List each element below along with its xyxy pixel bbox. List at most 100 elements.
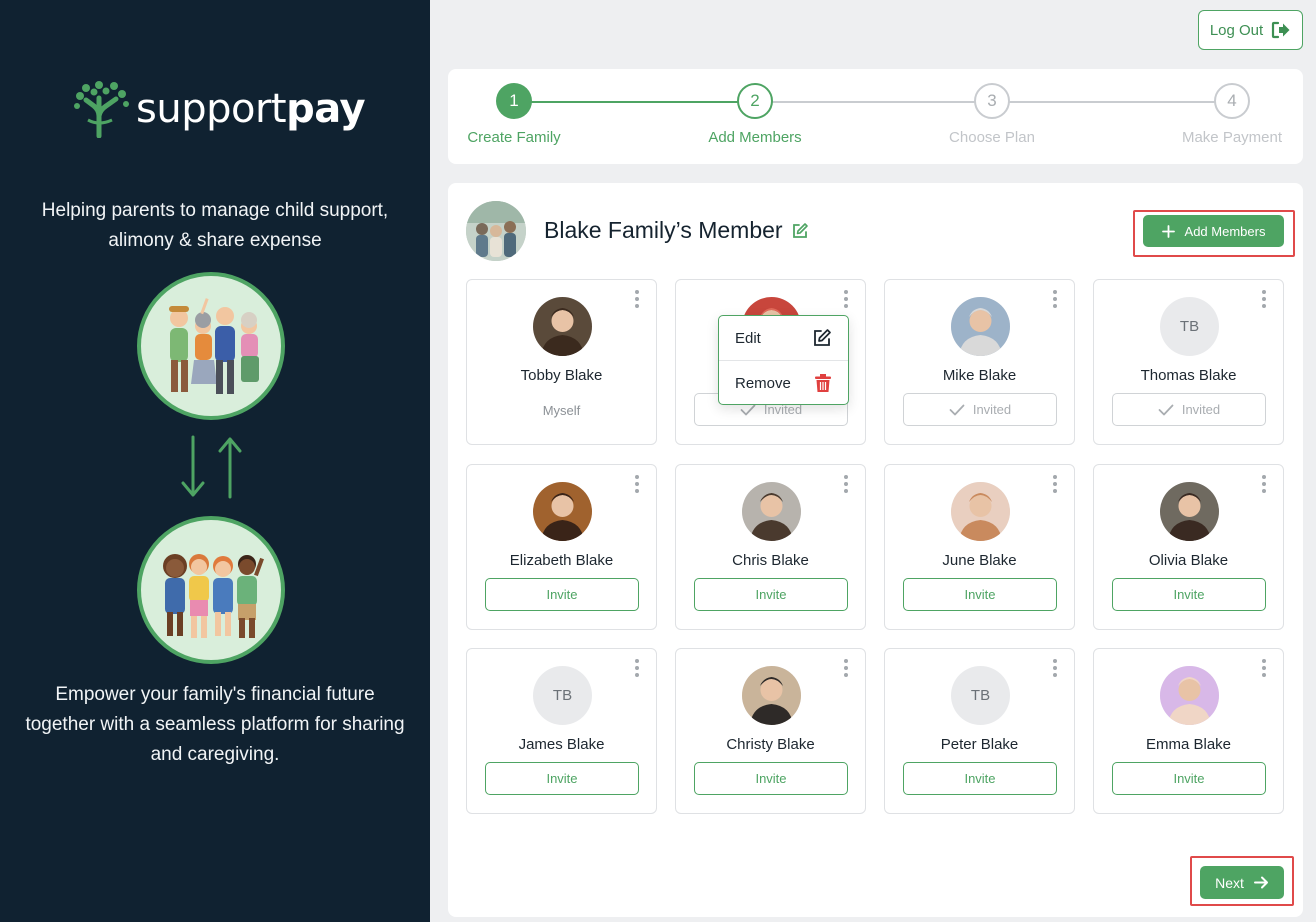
member-card: Elizabeth Blake Invite: [466, 464, 657, 630]
member-name: Tobby Blake: [520, 367, 603, 384]
more-options-icon[interactable]: [841, 290, 851, 308]
logout-label: Log Out: [1209, 21, 1264, 39]
invite-button[interactable]: Invite: [903, 762, 1057, 795]
avatar: TB: [533, 666, 592, 725]
step-create-family: 1 Create Family: [454, 83, 574, 146]
member-card: Christy Blake Invite: [675, 648, 866, 814]
member-card: Emma Blake Invite: [1093, 648, 1284, 814]
menu-item-edit[interactable]: Edit: [719, 316, 848, 360]
invite-status-label: Invite: [755, 771, 787, 786]
step-number: 2: [737, 83, 773, 119]
member-name: Peter Blake: [940, 736, 1019, 753]
member-card: June Blake Invite: [884, 464, 1075, 630]
member-context-menu: Edit Remove: [718, 315, 849, 405]
member-name: Emma Blake: [1145, 736, 1232, 753]
avatar: TB: [951, 666, 1010, 725]
invite-status-label: Invite: [546, 587, 578, 602]
invite-button[interactable]: Invite: [1112, 578, 1266, 611]
invite-status-label: Invite: [1173, 587, 1205, 602]
grandparents-illustration: [137, 272, 285, 420]
member-name: Chris Blake: [732, 552, 809, 569]
family-avatar: [466, 201, 526, 261]
avatar: [1160, 482, 1219, 541]
more-options-icon[interactable]: [1259, 659, 1269, 677]
member-name: June Blake: [942, 552, 1017, 569]
avatar: [742, 666, 801, 725]
family-title-text: Blake Family’s Member: [544, 217, 783, 243]
tagline: Helping parents to manage child support,…: [41, 200, 389, 251]
member-name: James Blake: [518, 736, 605, 753]
member-card: Chris Blake Invite: [675, 464, 866, 630]
invited-button[interactable]: Invited: [903, 393, 1057, 426]
more-options-icon[interactable]: [1050, 290, 1060, 308]
logout-button[interactable]: Log Out: [1198, 10, 1303, 50]
step-choose-plan: 3 Choose Plan: [932, 83, 1052, 146]
avatar: [951, 297, 1010, 356]
avatar: [951, 482, 1010, 541]
member-name: Thomas Blake: [1140, 367, 1237, 384]
member-role: Myself: [542, 403, 581, 418]
children-illustration: [137, 516, 285, 664]
invite-status-label: Invited: [972, 402, 1012, 417]
invite-button[interactable]: Invite: [485, 578, 639, 611]
step-make-payment: 4 Make Payment: [1172, 83, 1292, 146]
more-options-icon[interactable]: [632, 475, 642, 493]
more-options-icon[interactable]: [1259, 290, 1269, 308]
brand-name: supportpay: [136, 86, 366, 132]
tree-icon: [74, 81, 129, 138]
remove-label: Remove: [735, 374, 791, 392]
invite-button[interactable]: Invite: [694, 578, 848, 611]
invite-button[interactable]: Invite: [694, 762, 848, 795]
step-label: Create Family: [467, 129, 561, 146]
member-name: Elizabeth Blake: [509, 552, 614, 569]
avatar: [742, 482, 801, 541]
member-card: Mike Blake Invited: [884, 279, 1075, 445]
invite-status-label: Invite: [1173, 771, 1205, 786]
avatar: [1160, 666, 1219, 725]
step-number: 3: [974, 83, 1010, 119]
logout-icon: [1272, 21, 1290, 39]
family-title: Blake Family’s Member: [544, 217, 809, 244]
invite-status-label: Invite: [546, 771, 578, 786]
step-number: 4: [1214, 83, 1250, 119]
brand-panel: supportpay Helping parents to manage chi…: [0, 0, 430, 922]
member-card: TB Peter Blake Invite: [884, 648, 1075, 814]
step-label: Add Members: [708, 129, 802, 146]
highlight-add-members: [1133, 210, 1295, 257]
member-name: Mike Blake: [942, 367, 1017, 384]
step-add-members: 2 Add Members: [695, 83, 815, 146]
more-options-icon[interactable]: [841, 659, 851, 677]
check-icon: [1158, 404, 1174, 415]
member-card: TB James Blake Invite: [466, 648, 657, 814]
exchange-arrows-icon: [181, 435, 242, 499]
mission-text: Empower your family's financial future t…: [25, 684, 405, 765]
avatar: TB: [1160, 297, 1219, 356]
more-options-icon[interactable]: [1050, 659, 1060, 677]
step-label: Choose Plan: [949, 129, 1035, 146]
avatar: [533, 297, 592, 356]
progress-stepper: 1 Create Family 2 Add Members 3 Choose P…: [448, 69, 1303, 164]
check-icon: [949, 404, 965, 415]
invite-button[interactable]: Invite: [1112, 762, 1266, 795]
more-options-icon[interactable]: [841, 475, 851, 493]
more-options-icon[interactable]: [1259, 475, 1269, 493]
more-options-icon[interactable]: [1050, 475, 1060, 493]
more-options-icon[interactable]: [632, 659, 642, 677]
invite-status-label: Invite: [964, 771, 996, 786]
member-name: Christy Blake: [726, 736, 815, 753]
invite-button[interactable]: Invite: [903, 578, 1057, 611]
menu-item-remove[interactable]: Remove: [719, 361, 848, 405]
more-options-icon[interactable]: [632, 290, 642, 308]
invite-status-label: Invited: [1181, 402, 1221, 417]
edit-icon: [814, 329, 831, 346]
check-icon: [740, 404, 756, 415]
invite-button[interactable]: Invite: [485, 762, 639, 795]
member-card: TB Thomas Blake Invited: [1093, 279, 1284, 445]
logo: supportpay: [72, 80, 366, 138]
edit-label: Edit: [735, 329, 761, 347]
edit-title-icon[interactable]: [791, 222, 809, 240]
member-card: Olivia Blake Invite: [1093, 464, 1284, 630]
invite-status-label: Invite: [964, 587, 996, 602]
invited-button[interactable]: Invited: [1112, 393, 1266, 426]
invite-status-label: Invite: [755, 587, 787, 602]
